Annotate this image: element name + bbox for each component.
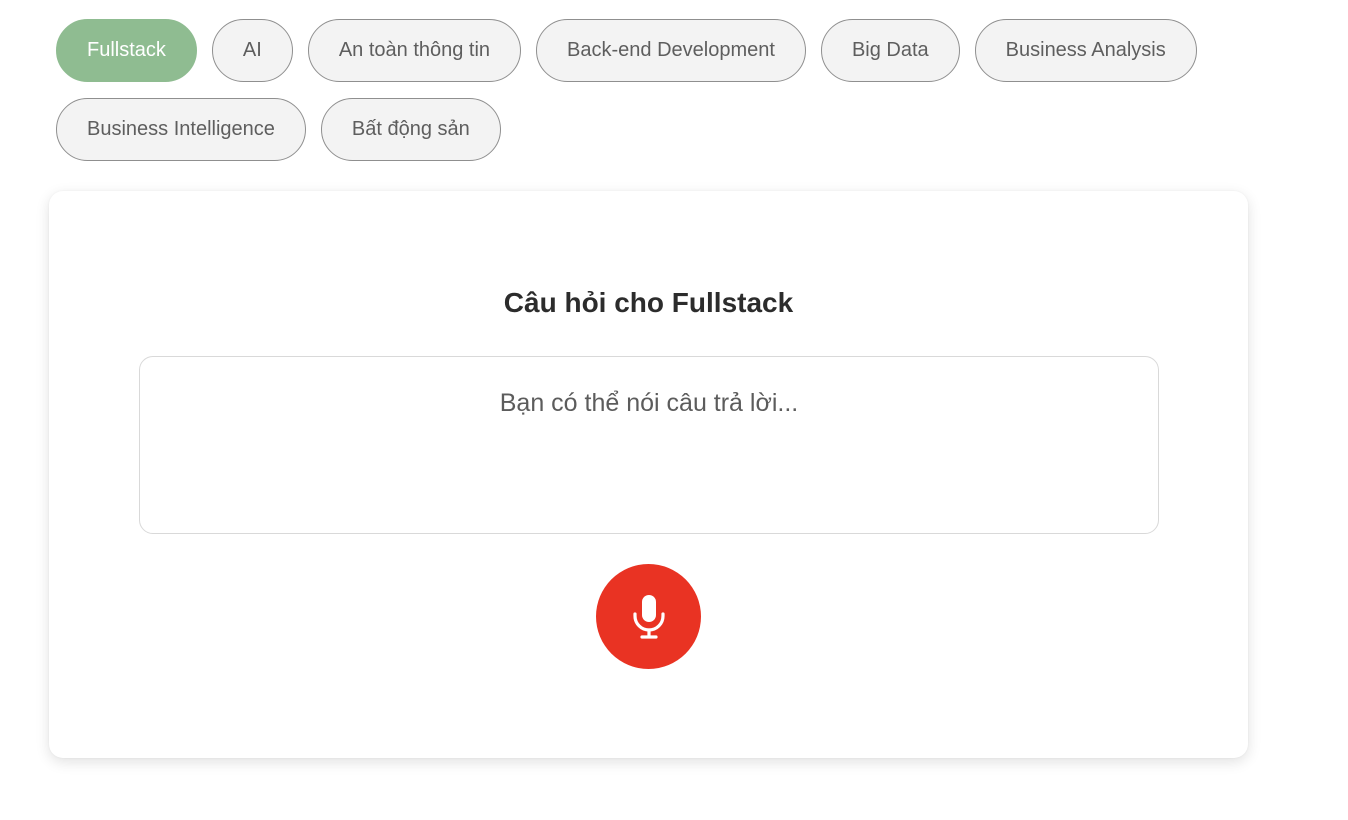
topic-pill-fullstack[interactable]: Fullstack [56,19,197,82]
topic-pill-business-analysis[interactable]: Business Analysis [974,19,1197,82]
record-button[interactable] [596,564,701,669]
topic-pill-back-end-development[interactable]: Back-end Development [536,19,806,82]
topic-pill-bat-dong-san[interactable]: Bất động sản [320,98,501,161]
topic-pill-business-intelligence[interactable]: Business Intelligence [56,98,306,161]
answer-transcript-box[interactable]: Bạn có thể nói câu trả lời... [139,356,1159,534]
page: Fullstack AI An toàn thông tin Back-end … [0,0,1348,820]
topic-pill-an-toan-thong-tin[interactable]: An toàn thông tin [307,19,522,82]
topic-filter-bar: Fullstack AI An toàn thông tin Back-end … [56,19,1256,161]
microphone-icon [632,594,665,639]
topic-pill-big-data[interactable]: Big Data [820,19,960,82]
topic-pill-ai[interactable]: AI [211,19,293,82]
question-card: Câu hỏi cho Fullstack Bạn có thể nói câu… [49,191,1248,758]
question-title: Câu hỏi cho Fullstack [503,287,794,318]
